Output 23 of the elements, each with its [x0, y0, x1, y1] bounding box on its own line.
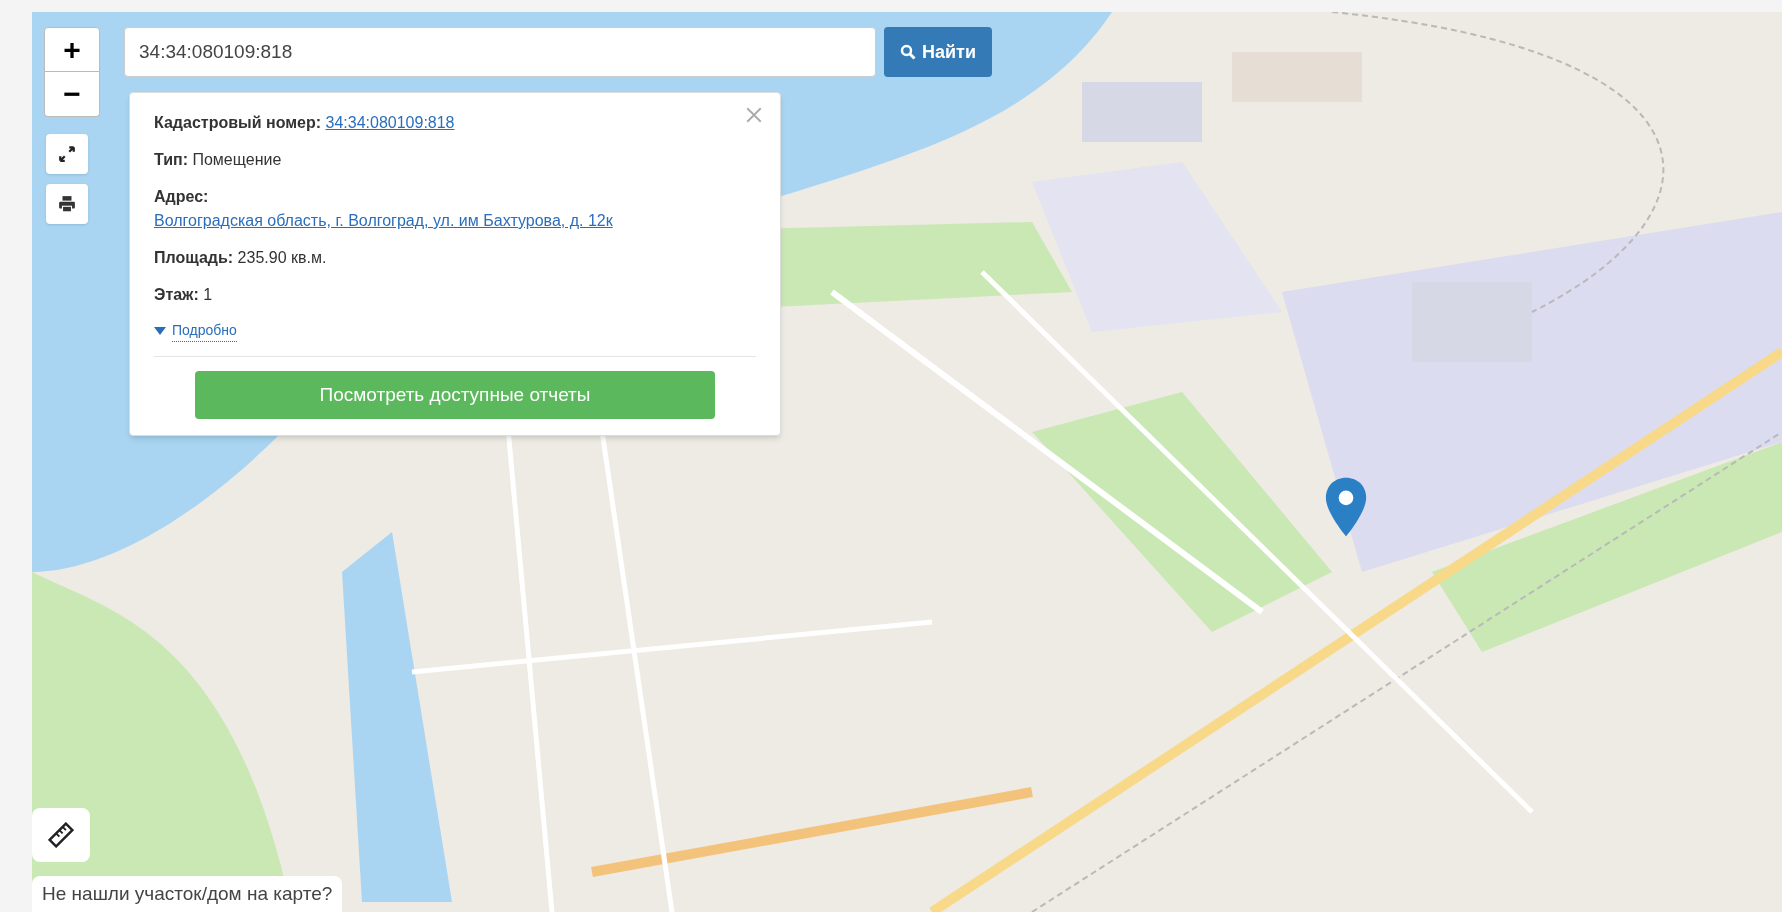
info-field: Этаж: 1 [154, 283, 213, 307]
info-field: Адрес: Волгоградская область, г. Волгоград, ул. им Бахтурова, д. 12к [154, 185, 654, 233]
info-field: Кадастровый номер: 34:34:080109:818 [154, 111, 455, 135]
info-link[interactable]: Волгоградская область, г. Волгоград, ул. им Бахтурова, д. 12к [154, 212, 613, 229]
fullscreen-button[interactable] [46, 134, 88, 174]
details-toggle[interactable]: Подробно [154, 320, 237, 342]
search-icon [900, 44, 916, 60]
info-field: Тип: Помещение [154, 148, 282, 172]
zoom-in-button[interactable]: + [44, 27, 100, 72]
help-link[interactable]: Не нашли участок/дом на карте? [32, 876, 343, 912]
expand-icon [58, 145, 76, 163]
caret-icon [154, 327, 166, 335]
location-pin-icon [1324, 477, 1368, 537]
zoom-out-button[interactable]: − [44, 72, 100, 117]
ruler-button[interactable] [32, 808, 90, 862]
ruler-icon [48, 822, 74, 848]
search-button[interactable]: Найти [884, 27, 992, 77]
info-field: Площадь: 235.90 кв.м. [154, 246, 327, 270]
info-link[interactable]: 34:34:080109:818 [325, 114, 455, 131]
close-icon [745, 106, 763, 124]
search-field[interactable]: 34:34:080109:818 [124, 27, 876, 77]
printer-icon [58, 195, 76, 213]
print-button[interactable] [46, 184, 88, 224]
